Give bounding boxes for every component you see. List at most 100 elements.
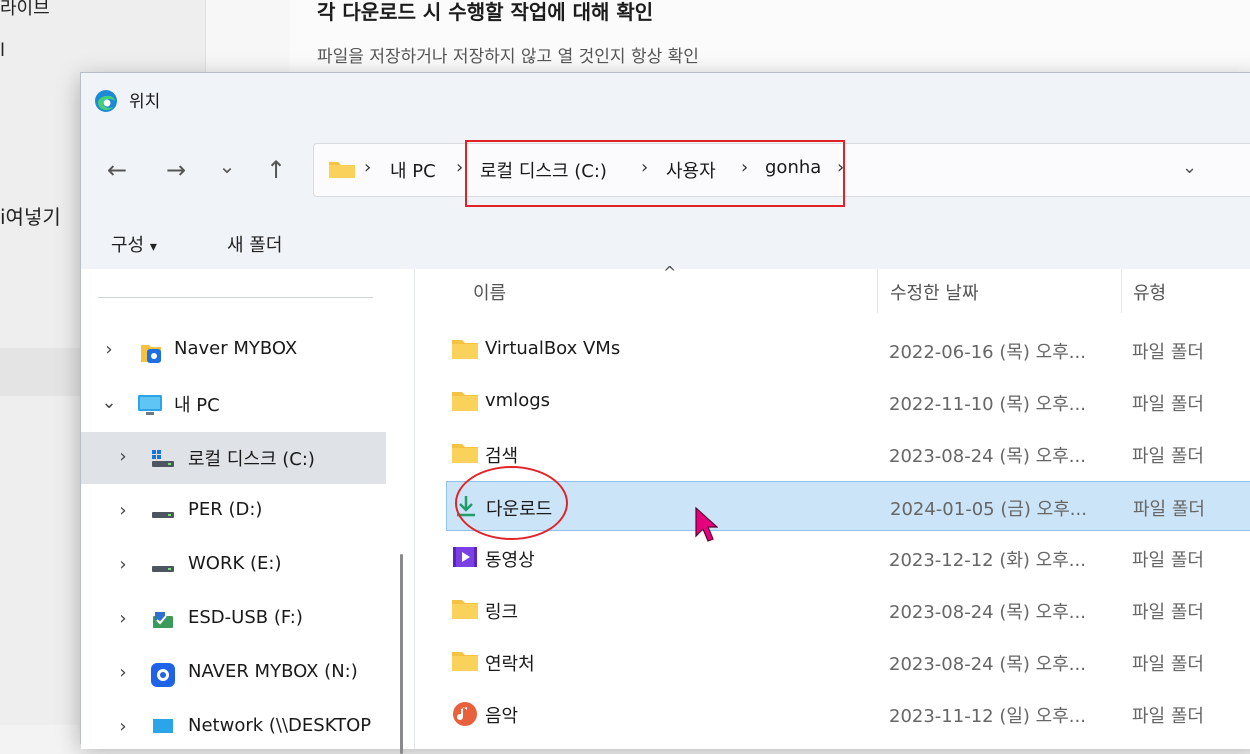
column-header-date[interactable]: 수정한 날짜 <box>890 279 979 305</box>
recent-locations-chevron-icon[interactable]: ⌄ <box>211 153 243 179</box>
folder-picker-dialog: 위치 ← → ⌄ ↑ › 내 PC › 로컬 디스크 (C:) › 사용자 › … <box>80 72 1250 754</box>
column-header-row: ^ 이름 수정한 날짜 유형 <box>415 263 1250 313</box>
folder-icon <box>452 340 478 359</box>
nav-item-this-pc[interactable]: ⌄ 내 PC <box>81 378 386 430</box>
nav-item-naver-mybox[interactable]: › Naver MYBOX <box>81 325 386 377</box>
chevron-right-icon[interactable]: › <box>113 608 133 629</box>
file-date: 2022-06-16 (목) 오후... <box>889 342 1086 363</box>
setting-title: 각 다운로드 시 수행할 작업에 대해 확인 <box>317 0 654 24</box>
breadcrumb-item[interactable]: 내 PC <box>390 157 436 183</box>
column-header-name[interactable]: 이름 <box>473 279 506 305</box>
nav-item-label: 로컬 디스크 (C:) <box>188 449 315 470</box>
folder-icon <box>452 392 478 411</box>
file-name: 검색 <box>485 446 519 467</box>
file-name: vmlogs <box>485 390 551 411</box>
file-name: 동영상 <box>485 550 535 571</box>
local-disk-icon <box>152 450 174 467</box>
chevron-right-icon[interactable]: › <box>113 446 133 467</box>
folder-icon <box>452 444 478 463</box>
sidebar-item-text[interactable]: 라이브 <box>0 0 50 20</box>
breadcrumb-separator: › <box>364 157 372 178</box>
file-row[interactable]: 연락처 2023-08-24 (목) 오후... 파일 폴더 <box>446 637 1250 687</box>
column-divider[interactable] <box>877 269 878 313</box>
file-date: 2023-08-24 (목) 오후... <box>889 654 1086 675</box>
dialog-title: 위치 <box>129 92 161 112</box>
forward-arrow-icon[interactable]: → <box>160 157 192 183</box>
file-row[interactable]: 검색 2023-08-24 (목) 오후... 파일 폴더 <box>446 429 1250 479</box>
file-type: 파일 폴더 <box>1132 342 1204 363</box>
file-type: 파일 폴더 <box>1132 706 1204 727</box>
mybox-icon <box>141 345 161 363</box>
file-date: 2024-01-05 (금) 오후... <box>890 499 1087 520</box>
up-arrow-icon[interactable]: ↑ <box>260 157 292 183</box>
file-type: 파일 폴더 <box>1132 446 1204 467</box>
file-row[interactable]: vmlogs 2022-11-10 (목) 오후... 파일 폴더 <box>446 377 1250 427</box>
chevron-right-icon[interactable]: › <box>113 554 133 575</box>
file-row[interactable]: 동영상 2023-12-12 (화) 오후... 파일 폴더 <box>446 533 1250 583</box>
folder-icon <box>329 162 355 178</box>
file-name: 음악 <box>485 706 519 727</box>
chevron-right-icon[interactable]: › <box>113 500 133 521</box>
drive-icon <box>152 512 174 518</box>
address-history-chevron-icon[interactable]: ⌄ <box>1182 157 1197 178</box>
file-row[interactable]: 음악 2023-11-12 (일) 오후... 파일 폴더 <box>446 689 1250 739</box>
pc-icon <box>138 395 162 415</box>
organize-button[interactable]: 구성 ▾ <box>111 231 157 257</box>
nav-item-work-drive[interactable]: › WORK (E:) <box>81 540 386 592</box>
drive-icon <box>152 566 174 572</box>
nav-item-label: NAVER MYBOX (N:) <box>188 661 358 682</box>
file-type: 파일 폴더 <box>1132 654 1204 675</box>
back-arrow-icon[interactable]: ← <box>101 157 133 183</box>
file-date: 2023-12-12 (화) 오후... <box>889 550 1086 571</box>
folder-icon <box>452 600 478 619</box>
column-divider[interactable] <box>1121 269 1122 313</box>
caret-down-icon: ▾ <box>149 239 157 255</box>
file-row[interactable]: 링크 2023-08-24 (목) 오후... 파일 폴더 <box>446 585 1250 635</box>
file-type: 파일 폴더 <box>1133 499 1205 520</box>
nav-item-label: Network (\\DESKTOP <box>188 715 372 736</box>
chevron-down-icon[interactable]: ⌄ <box>99 392 119 413</box>
nav-item-per-drive[interactable]: › PER (D:) <box>81 486 386 538</box>
chevron-right-icon[interactable]: › <box>113 716 133 737</box>
sort-indicator-icon: ^ <box>663 263 677 282</box>
network-icon <box>153 719 173 733</box>
nav-item-label: Naver MYBOX <box>174 338 298 359</box>
music-icon <box>453 702 477 726</box>
nav-item-label: ESD-USB (F:) <box>188 607 303 628</box>
file-name: VirtualBox VMs <box>485 338 621 359</box>
nav-item-label: 내 PC <box>174 395 220 416</box>
file-row[interactable]: VirtualBox VMs 2022-06-16 (목) 오후... 파일 폴… <box>446 325 1250 375</box>
usb-drive-icon <box>153 612 173 628</box>
file-date: 2023-08-24 (목) 오후... <box>889 446 1086 467</box>
column-header-type[interactable]: 유형 <box>1133 279 1166 305</box>
file-date: 2023-11-12 (일) 오후... <box>889 706 1086 727</box>
file-date: 2022-11-10 (목) 오후... <box>889 394 1086 415</box>
breadcrumb-separator[interactable]: › <box>456 157 463 178</box>
chevron-right-icon[interactable]: › <box>113 662 133 683</box>
nav-item-naver-mybox-drive[interactable]: › NAVER MYBOX (N:) <box>81 648 386 700</box>
command-bar: 구성 ▾ 새 폴더 <box>81 217 1250 269</box>
nav-pane-scrollbar[interactable] <box>400 554 403 754</box>
folder-icon <box>452 652 478 671</box>
nav-item-network[interactable]: › Network (\\DESKTOP <box>81 702 386 754</box>
naver-mybox-drive-icon <box>151 663 175 687</box>
sidebar-item-text[interactable]: l <box>0 40 5 61</box>
file-type: 파일 폴더 <box>1132 602 1204 623</box>
organize-label: 구성 <box>111 235 145 256</box>
navigation-pane: › Naver MYBOX ⌄ 내 PC › 로컬 디스크 (C:) › PER… <box>81 269 415 754</box>
file-type: 파일 폴더 <box>1132 394 1204 415</box>
new-folder-button[interactable]: 새 폴더 <box>227 231 282 257</box>
nav-item-esd-usb[interactable]: › ESD-USB (F:) <box>81 594 386 646</box>
annotation-highlight-box <box>465 140 845 207</box>
sidebar-item-text[interactable]: ⅰ여넣기 <box>0 201 61 230</box>
nav-item-local-disk[interactable]: › 로컬 디스크 (C:) <box>81 432 386 484</box>
dialog-titlebar[interactable]: 위치 <box>81 73 1250 127</box>
mouse-cursor-icon <box>695 506 718 542</box>
video-icon <box>453 547 477 567</box>
chevron-right-icon[interactable]: › <box>99 339 119 360</box>
nav-item-label: WORK (E:) <box>188 553 282 574</box>
edge-browser-icon <box>95 90 117 112</box>
file-date: 2023-08-24 (목) 오후... <box>889 602 1086 623</box>
file-name: 연락처 <box>485 654 535 675</box>
nav-divider <box>98 297 373 298</box>
